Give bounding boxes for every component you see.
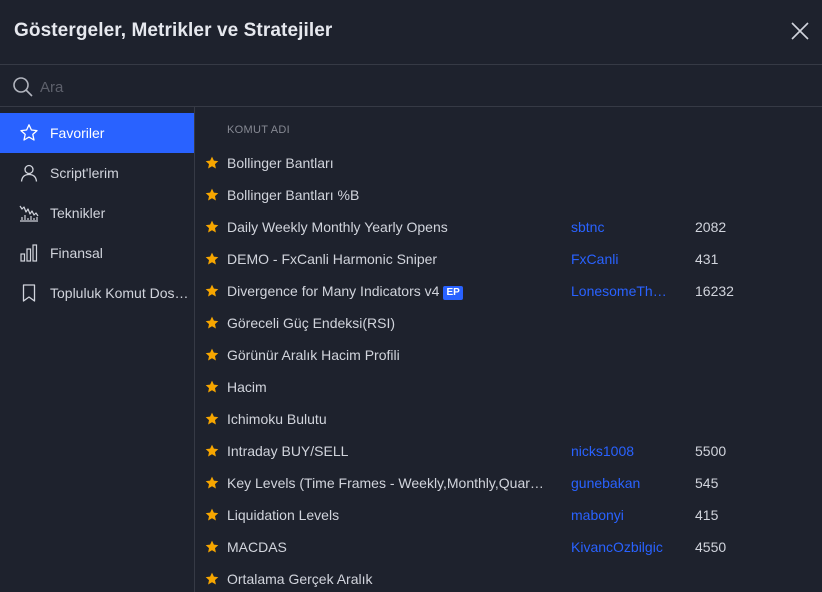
sidebar-item-community-scripts[interactable]: Topluluk Komut Dosyaları [0,273,194,313]
table-row[interactable]: Bollinger Bantları %B [195,179,822,211]
author-link[interactable]: KivancOzbilgic [571,539,671,555]
favorite-star-icon[interactable] [205,316,219,330]
author-link[interactable]: mabonyi [571,507,671,523]
table-row[interactable]: MACDAS KivancOzbilgic 4550 [195,531,822,563]
script-name: Hacim [227,379,267,395]
sidebar-item-label: Teknikler [50,205,106,221]
sidebar-item-label: Favoriler [50,125,105,141]
dialog-title: Göstergeler, Metrikler ve Stratejiler [14,20,333,41]
favorite-star-icon[interactable] [205,156,219,170]
script-name: Intraday BUY/SELL [227,443,349,459]
sidebar-item-favorites[interactable]: Favoriler [0,113,194,153]
favorite-star-icon[interactable] [205,348,219,362]
table-row[interactable]: Göreceli Güç Endeksi(RSI) [195,307,822,339]
author-link[interactable]: gunebakan [571,475,671,491]
table-row[interactable]: Ichimoku Bulutu [195,403,822,435]
script-name: Görünür Aralık Hacim Profili [227,347,400,363]
table-row[interactable]: Bollinger Bantları [195,147,822,179]
user-icon [20,164,38,182]
sidebar-item-technicals[interactable]: Teknikler [0,193,194,233]
close-button[interactable] [790,21,810,41]
bookmark-icon [22,284,36,302]
table-row[interactable]: Görünür Aralık Hacim Profili [195,339,822,371]
script-name: Bollinger Bantları %B [227,187,360,203]
table-row[interactable]: Key Levels (Time Frames - Weekly,Monthly… [195,467,822,499]
favorite-star-icon[interactable] [205,508,219,522]
favorite-star-icon[interactable] [205,220,219,234]
favorite-star-icon[interactable] [205,252,219,266]
close-icon[interactable] [790,21,810,41]
table-row[interactable]: Hacim [195,371,822,403]
script-name: MACDAS [227,539,287,555]
script-name: Ortalama Gerçek Aralık [227,571,373,587]
script-name: Ichimoku Bulutu [227,411,327,427]
table-row[interactable]: Daily Weekly Monthly Yearly Opens sbtnc 20… [195,211,822,243]
search-input[interactable] [40,74,800,100]
likes-count: 415 [695,507,719,523]
likes-count: 5500 [695,443,727,459]
sidebar-item-label: Script'lerim [50,165,119,181]
likes-count: 4550 [695,539,727,555]
script-name: Bollinger Bantları [227,155,334,171]
script-name: Divergence for Many Indicators v4 EP [227,283,463,300]
script-name-text: Divergence for Many Indicators v4 [227,283,440,299]
likes-count: 2082 [695,219,727,235]
table-row[interactable]: DEMO - FxCanli Harmonic Sniper FxCanli 431 [195,243,822,275]
author-link[interactable]: sbtnc [571,219,671,235]
column-header-script-name: KOMUT ADI [227,124,291,136]
search-icon [13,77,33,97]
script-name: Liquidation Levels [227,507,340,523]
favorite-star-icon[interactable] [205,412,219,426]
category-sidebar: Favoriler Script'lerim Teknikler Finansa… [0,107,195,592]
favorite-star-icon[interactable] [205,540,219,554]
star-icon [20,124,38,141]
table-row[interactable]: Ortalama Gerçek Aralık [195,563,822,592]
favorite-star-icon[interactable] [205,380,219,394]
script-list: KOMUT ADI Bollinger Bantları Bollinger Ba… [195,107,822,592]
sidebar-item-my-scripts[interactable]: Script'lerim [0,153,194,193]
likes-count: 545 [695,475,719,491]
script-name: Key Levels (Time Frames - Weekly,Monthly… [227,475,545,491]
author-link[interactable]: FxCanli [571,251,671,267]
favorite-star-icon[interactable] [205,188,219,202]
favorite-star-icon[interactable] [205,476,219,490]
table-row[interactable]: Divergence for Many Indicators v4 EP Lones… [195,275,822,307]
likes-count: 16232 [695,283,734,299]
likes-count: 431 [695,251,719,267]
dialog-header: Göstergeler, Metrikler ve Stratejiler [0,0,822,65]
editors-pick-badge: EP [443,286,463,300]
sidebar-item-financials[interactable]: Finansal [0,233,194,273]
author-link[interactable]: LonesomeTheBlue [571,283,671,299]
table-row[interactable]: Liquidation Levels mabonyi 415 [195,499,822,531]
author-link[interactable]: nicks1008 [571,443,671,459]
favorite-star-icon[interactable] [205,444,219,458]
sidebar-item-label: Topluluk Komut Dosyaları [50,285,192,301]
favorite-star-icon[interactable] [205,284,219,298]
technicals-chart-icon [19,205,39,222]
script-name: Daily Weekly Monthly Yearly Opens [227,219,448,235]
sidebar-item-label: Finansal [50,245,103,261]
script-name: Göreceli Güç Endeksi(RSI) [227,315,396,331]
script-name: DEMO - FxCanli Harmonic Sniper [227,251,438,267]
favorite-star-icon[interactable] [205,572,219,586]
financial-bar-chart-icon [20,244,38,262]
table-row[interactable]: Intraday BUY/SELL nicks1008 5500 [195,435,822,467]
search-bar [0,66,822,107]
